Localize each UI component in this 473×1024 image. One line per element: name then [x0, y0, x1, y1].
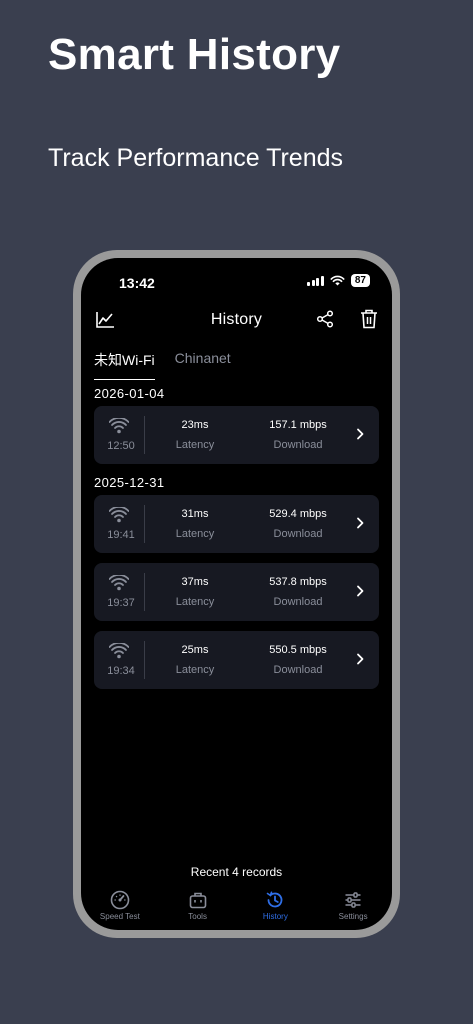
- toolbox-icon: [189, 892, 206, 909]
- divider: [144, 573, 145, 611]
- latency-value: 23ms: [181, 419, 209, 431]
- phone-screen: 13:42 87 History 未知Wi-Fi Chinanet 2026-0…: [81, 258, 392, 930]
- tab-speed-test[interactable]: Speed Test: [85, 890, 155, 930]
- latency-label: Latency: [175, 439, 215, 451]
- record-time: 19:41: [107, 529, 135, 541]
- download-value: 529.4 mbps: [269, 508, 327, 520]
- history-record[interactable]: 19:34 25ms Latency 550.5 mbps Download: [94, 631, 379, 689]
- wifi-icon: [109, 507, 129, 523]
- wifi-icon: [109, 643, 129, 659]
- wifi-icon: [109, 418, 129, 434]
- wifi-icon: [109, 575, 129, 591]
- chevron-right-icon: [357, 653, 364, 665]
- chevron-right-icon: [357, 585, 364, 597]
- download-value: 157.1 mbps: [269, 419, 327, 431]
- tab-label: Tools: [188, 912, 207, 921]
- divider: [144, 641, 145, 679]
- latency-value: 37ms: [181, 576, 209, 588]
- recent-records-count: Recent 4 records: [190, 865, 283, 879]
- download-value: 550.5 mbps: [269, 644, 327, 656]
- tab-history[interactable]: History: [240, 890, 310, 930]
- divider: [144, 505, 145, 543]
- history-icon: [267, 891, 283, 908]
- sliders-icon: [345, 892, 361, 908]
- section-date: 2025-12-31: [94, 475, 165, 490]
- promo-subtitle: Track Performance Trends: [48, 144, 344, 172]
- nav-bar: History: [81, 302, 392, 338]
- tab-label: History: [262, 912, 288, 921]
- promo-title: Smart History: [48, 30, 341, 79]
- download-label: Download: [273, 528, 323, 540]
- tab-unknown-wifi[interactable]: 未知Wi-Fi: [94, 350, 155, 380]
- download-label: Download: [273, 596, 323, 608]
- latency-label: Latency: [175, 596, 215, 608]
- phone-frame: 13:42 87 History 未知Wi-Fi Chinanet 2026-0…: [73, 250, 400, 938]
- record-time: 19:34: [107, 665, 135, 677]
- speedometer-icon: [110, 890, 130, 910]
- download-label: Download: [273, 439, 323, 451]
- cellular-signal-icon: [307, 275, 324, 286]
- latency-label: Latency: [175, 528, 215, 540]
- record-time: 19:37: [107, 597, 135, 609]
- history-record[interactable]: 19:37 37ms Latency 537.8 mbps Download: [94, 563, 379, 621]
- network-tabs: 未知Wi-Fi Chinanet: [94, 350, 231, 380]
- battery-indicator: 87: [350, 274, 370, 287]
- latency-value: 31ms: [181, 508, 209, 520]
- history-record[interactable]: 19:41 31ms Latency 529.4 mbps Download: [94, 495, 379, 553]
- download-label: Download: [273, 664, 323, 676]
- tab-label: Settings: [338, 912, 368, 921]
- tab-label: Speed Test: [99, 912, 140, 921]
- chevron-right-icon: [357, 517, 364, 529]
- record-time: 12:50: [107, 440, 135, 452]
- tab-settings[interactable]: Settings: [318, 890, 388, 930]
- bottom-tab-bar: Speed Test Tools History Settings: [81, 890, 392, 930]
- chart-icon[interactable]: [95, 311, 115, 329]
- latency-value: 25ms: [181, 644, 209, 656]
- status-indicators: 87: [307, 274, 370, 287]
- section-date: 2026-01-04: [94, 386, 165, 401]
- history-record[interactable]: 12:50 23ms Latency 157.1 mbps Download: [94, 406, 379, 464]
- status-time: 13:42: [119, 275, 155, 291]
- share-icon[interactable]: [316, 310, 334, 328]
- chevron-right-icon: [357, 428, 364, 440]
- download-value: 537.8 mbps: [269, 576, 327, 588]
- divider: [144, 416, 145, 454]
- latency-label: Latency: [175, 664, 215, 676]
- tab-chinanet[interactable]: Chinanet: [175, 350, 231, 380]
- wifi-status-icon: [330, 275, 345, 286]
- tab-tools[interactable]: Tools: [163, 890, 233, 930]
- page-title: History: [210, 311, 263, 328]
- trash-icon[interactable]: [360, 309, 378, 329]
